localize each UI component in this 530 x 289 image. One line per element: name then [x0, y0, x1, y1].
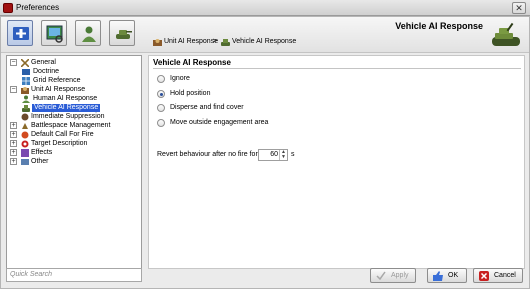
cancel-x-icon — [479, 271, 489, 281]
tree-item-label: Human AI Response — [33, 95, 98, 102]
soldier-icon — [22, 95, 30, 103]
toolbar-button-map[interactable] — [41, 20, 67, 46]
tree-item-label: Grid Reference — [33, 77, 81, 84]
apply-button[interactable]: Apply — [370, 268, 416, 283]
tank-icon — [22, 105, 30, 112]
window-close-button[interactable]: ✕ — [512, 2, 526, 14]
doctrine-icon — [22, 69, 30, 75]
expand-icon[interactable]: + — [10, 149, 17, 156]
toolbar-button-human[interactable] — [75, 20, 101, 46]
stepper-value[interactable]: 60 — [270, 151, 278, 158]
collapse-icon[interactable]: − — [10, 86, 17, 93]
effects-icon — [21, 149, 29, 157]
tree-item-label: Unit AI Response — [31, 86, 86, 93]
plus-icon — [13, 27, 29, 40]
thumbs-up-icon — [433, 271, 443, 281]
radio-button[interactable] — [157, 104, 165, 112]
radio-button[interactable] — [157, 75, 165, 83]
target-icon — [21, 140, 29, 148]
tree-item-label: Target Description — [31, 140, 88, 147]
unit-icon — [21, 87, 29, 94]
battlespace-icon — [22, 123, 28, 129]
header: Unit AI Response > Vehicle AI Response V… — [1, 17, 529, 53]
tank-icon — [492, 22, 520, 46]
settings-panel: Vehicle AI Response Ignore Hold position… — [148, 55, 525, 269]
stepper-arrows-icon[interactable]: ▲ ▼ — [279, 150, 287, 160]
apply-button-label: Apply — [391, 272, 409, 279]
tree-item-label: Battlespace Management — [31, 122, 111, 129]
ok-button[interactable]: OK — [427, 268, 467, 283]
soldier-icon — [82, 26, 96, 42]
tree-item-label: Other — [31, 158, 49, 165]
option-label: Hold position — [170, 90, 211, 97]
revert-seconds-stepper[interactable]: 60 ▲ ▼ — [258, 149, 288, 161]
collapse-icon[interactable]: − — [10, 59, 17, 66]
tank-icon — [221, 39, 230, 46]
other-icon — [21, 159, 29, 165]
radio-button[interactable] — [157, 119, 165, 127]
revert-label: Revert behaviour after no fire for: — [157, 151, 260, 158]
ok-button-label: OK — [448, 272, 459, 279]
title-bar: Preferences ✕ — [0, 0, 530, 16]
radio-button[interactable] — [157, 90, 165, 98]
fire-icon — [21, 131, 29, 139]
tree-item-label: Immediate Suppression — [31, 113, 105, 120]
app-icon — [3, 3, 13, 13]
check-icon — [376, 271, 386, 281]
map-image-icon — [46, 25, 63, 43]
window-title: Preferences — [16, 3, 60, 12]
breadcrumb-parent[interactable]: Unit AI Response — [164, 38, 218, 45]
tree-item-label: Effects — [31, 149, 53, 156]
tree-item-label: Vehicle AI Response — [32, 104, 101, 112]
breadcrumb-separator: > — [213, 38, 218, 45]
expand-icon[interactable]: + — [10, 122, 17, 129]
toolbar-button-general[interactable] — [7, 20, 33, 46]
cancel-button-label: Cancel — [494, 272, 516, 279]
tools-icon — [21, 59, 29, 67]
option-label: Ignore — [170, 75, 190, 82]
section-divider — [153, 68, 521, 69]
quick-search-input[interactable]: Quick Search — [6, 268, 142, 282]
expand-icon[interactable]: + — [10, 158, 17, 165]
seconds-unit: s — [291, 151, 295, 158]
grid-icon — [22, 77, 30, 85]
expand-icon[interactable]: + — [10, 140, 17, 147]
page-title: Vehicle AI Response — [395, 21, 483, 31]
toolbar-button-vehicle[interactable] — [109, 20, 135, 46]
suppression-icon — [21, 113, 29, 121]
cancel-button[interactable]: Cancel — [473, 268, 523, 283]
unit-icon — [153, 39, 162, 46]
tank-icon — [116, 30, 132, 39]
section-title: Vehicle AI Response — [153, 58, 231, 67]
preferences-tree: − General Doctrine Grid Reference − Unit… — [6, 55, 142, 278]
tree-item-label: Default Call For Fire — [31, 131, 94, 138]
tree-item-label: General — [31, 59, 56, 66]
tree-item-label: Doctrine — [33, 68, 60, 75]
expand-icon[interactable]: + — [10, 131, 17, 138]
option-label: Move outside engagement area — [170, 119, 269, 126]
breadcrumb-current: Vehicle AI Response — [232, 38, 297, 45]
option-label: Disperse and find cover — [170, 104, 244, 111]
preferences-window: Unit AI Response > Vehicle AI Response V… — [0, 16, 530, 289]
